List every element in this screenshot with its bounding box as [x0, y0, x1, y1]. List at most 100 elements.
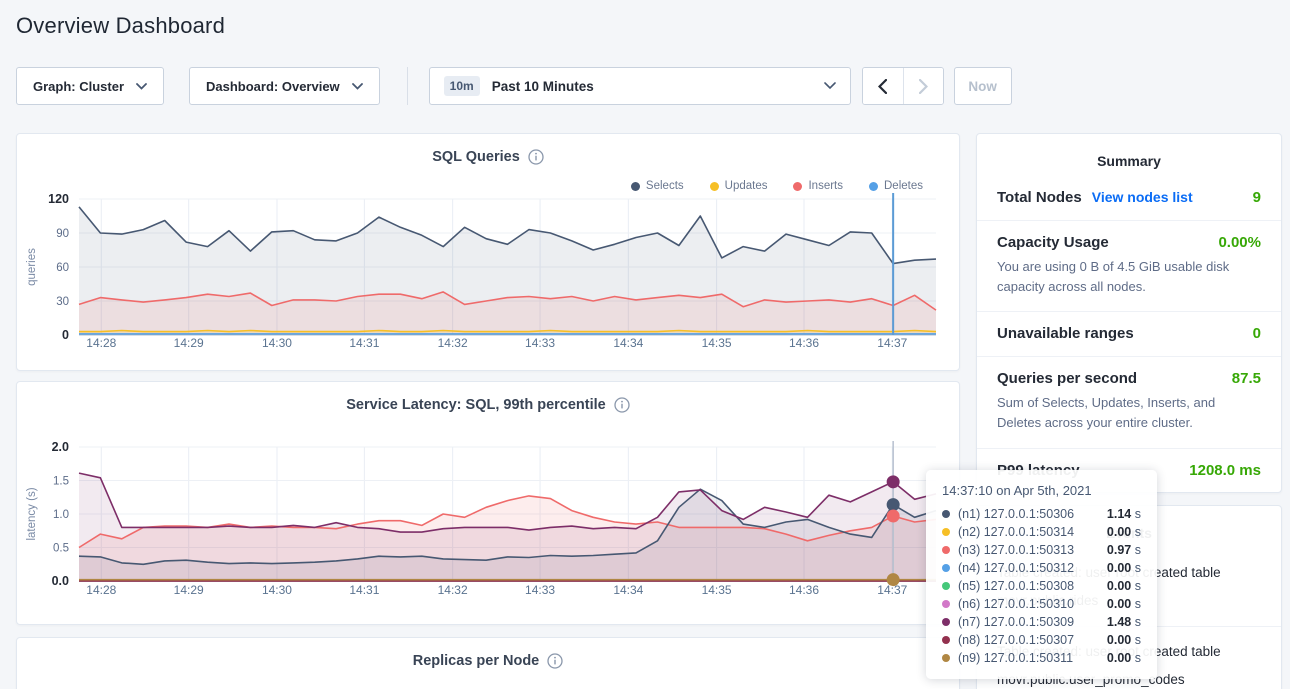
svg-text:14:36: 14:36 [789, 583, 819, 597]
svg-text:14:31: 14:31 [349, 583, 379, 597]
svg-text:90: 90 [56, 228, 69, 240]
tooltip-node-unit: s [1131, 597, 1141, 611]
summary-row-line: Unavailable ranges 0 [997, 325, 1261, 342]
time-prev-button[interactable] [863, 68, 903, 104]
tooltip-node-value: 0.00 s [1107, 561, 1141, 575]
tooltip-node-name: (n4) 127.0.0.1:50312 [958, 561, 1101, 575]
summary-value: 87.5 [1232, 370, 1261, 387]
svg-text:14:28: 14:28 [86, 336, 116, 350]
node-color-dot-icon [942, 546, 950, 554]
tooltip-node-unit: s [1131, 525, 1141, 539]
time-nav-group [862, 67, 944, 105]
tooltip-node-value: 1.48 s [1107, 615, 1141, 629]
time-next-button[interactable] [903, 68, 943, 104]
tooltip-node-value: 1.14 s [1107, 507, 1141, 521]
service-latency-panel: Service Latency: SQL, 99th percentile 14… [16, 381, 960, 625]
tooltip-node-name: (n5) 127.0.0.1:50308 [958, 579, 1101, 593]
summary-row: Queries per second87.5Sum of Selects, Up… [977, 356, 1281, 447]
summary-label: Queries per second [997, 370, 1137, 387]
summary-value: 0 [1253, 325, 1261, 342]
svg-text:0.5: 0.5 [53, 543, 69, 555]
summary-panel: Summary Total NodesView nodes list9 Capac… [976, 133, 1282, 493]
node-color-dot-icon [942, 510, 950, 518]
summary-row: Total NodesView nodes list9 [977, 176, 1281, 220]
tooltip-node-row: (n6) 127.0.0.1:503100.00 s [942, 595, 1141, 613]
tooltip-node-name: (n1) 127.0.0.1:50306 [958, 507, 1101, 521]
summary-label: Unavailable ranges [997, 325, 1134, 342]
svg-text:14:34: 14:34 [613, 336, 643, 350]
tooltip-node-unit: s [1131, 561, 1141, 575]
tooltip-node-row: (n7) 127.0.0.1:503091.48 s [942, 613, 1141, 631]
svg-text:queries: queries [26, 248, 38, 286]
time-range-picker[interactable]: 10m Past 10 Minutes [429, 67, 851, 105]
node-color-dot-icon [942, 618, 950, 626]
tooltip-node-unit: s [1131, 507, 1141, 521]
tooltip-node-row: (n1) 127.0.0.1:50306 1.14 s [942, 505, 1141, 523]
node-color-dot-icon [942, 654, 950, 662]
svg-text:14:33: 14:33 [525, 336, 555, 350]
svg-text:2.0: 2.0 [52, 440, 69, 454]
graph-select-dropdown[interactable]: Graph: Cluster [16, 67, 164, 105]
tooltip-node-value: 0.00 s [1107, 633, 1141, 647]
svg-text:1.5: 1.5 [53, 476, 69, 488]
svg-text:30: 30 [56, 296, 69, 308]
svg-text:0.0: 0.0 [52, 574, 69, 588]
chart-tooltip: 14:37:10 on Apr 5th, 2021 (n1) 127.0.0.1… [926, 470, 1157, 679]
tooltip-node-unit: s [1131, 543, 1141, 557]
tooltip-node-value: 0.00 s [1107, 525, 1141, 539]
chevron-down-icon [824, 82, 836, 90]
tooltip-node-name: (n6) 127.0.0.1:50310 [958, 597, 1101, 611]
sql-queries-panel: SQL Queries SelectsUpdatesInsertsDeletes… [16, 133, 960, 371]
node-color-dot-icon [942, 600, 950, 608]
dashboard-select-label: Dashboard: Overview [206, 79, 340, 94]
node-color-dot-icon [942, 564, 950, 572]
toolbar-divider [407, 67, 408, 105]
tooltip-node-name: (n2) 127.0.0.1:50314 [958, 525, 1101, 539]
chart-title-text: Replicas per Node [413, 653, 540, 669]
info-icon[interactable] [614, 397, 630, 413]
tooltip-node-unit: s [1131, 651, 1141, 665]
svg-text:14:35: 14:35 [702, 583, 732, 597]
info-icon[interactable] [547, 653, 563, 669]
summary-label: Capacity Usage [997, 234, 1109, 251]
time-range-label: Past 10 Minutes [492, 79, 594, 94]
svg-text:14:32: 14:32 [438, 336, 468, 350]
chevron-left-icon [878, 79, 887, 94]
info-icon[interactable] [528, 149, 544, 165]
tooltip-node-row: (n3) 127.0.0.1:503130.97 s [942, 541, 1141, 559]
chart-title: SQL Queries [17, 149, 959, 165]
tooltip-node-value: 0.97 s [1107, 543, 1141, 557]
svg-text:14:34: 14:34 [613, 583, 643, 597]
svg-text:14:36: 14:36 [789, 336, 819, 350]
summary-title: Summary [977, 153, 1281, 169]
node-color-dot-icon [942, 582, 950, 590]
svg-text:14:35: 14:35 [702, 336, 732, 350]
time-range-badge: 10m [444, 76, 480, 96]
svg-text:14:29: 14:29 [174, 583, 204, 597]
chart-title: Service Latency: SQL, 99th percentile [17, 397, 959, 413]
graph-select-label: Graph: Cluster [33, 79, 124, 94]
service-latency-chart[interactable]: 14:2814:2914:3014:3114:3214:3314:3414:35… [17, 434, 961, 606]
sql-queries-chart[interactable]: 14:2814:2914:3014:3114:3214:3314:3414:35… [17, 189, 961, 359]
tooltip-node-row: (n4) 127.0.0.1:50312 0.00 s [942, 559, 1141, 577]
view-nodes-link[interactable]: View nodes list [1092, 189, 1193, 205]
page-title: Overview Dashboard [16, 13, 225, 39]
dashboard-select-dropdown[interactable]: Dashboard: Overview [189, 67, 380, 105]
tooltip-timestamp: 14:37:10 on Apr 5th, 2021 [942, 483, 1141, 498]
svg-text:60: 60 [56, 262, 69, 274]
svg-text:14:33: 14:33 [525, 583, 555, 597]
tooltip-node-row: (n5) 127.0.0.1:503080.00 s [942, 577, 1141, 595]
tooltip-node-name: (n9) 127.0.0.1:50311 [958, 651, 1101, 665]
svg-text:14:30: 14:30 [262, 336, 292, 350]
tooltip-node-unit: s [1131, 615, 1141, 629]
svg-text:1.0: 1.0 [53, 509, 69, 521]
svg-text:14:31: 14:31 [349, 336, 379, 350]
chart-title: Replicas per Node [17, 653, 959, 669]
now-button[interactable]: Now [954, 67, 1012, 105]
tooltip-node-value: 0.00 s [1107, 651, 1141, 665]
chevron-down-icon [136, 83, 147, 90]
summary-description: You are using 0 B of 4.5 GiB usable disk… [997, 257, 1261, 297]
tooltip-node-unit: s [1131, 633, 1141, 647]
summary-row: Unavailable ranges 0 [977, 311, 1281, 356]
summary-value: 1208.0 ms [1189, 462, 1261, 479]
